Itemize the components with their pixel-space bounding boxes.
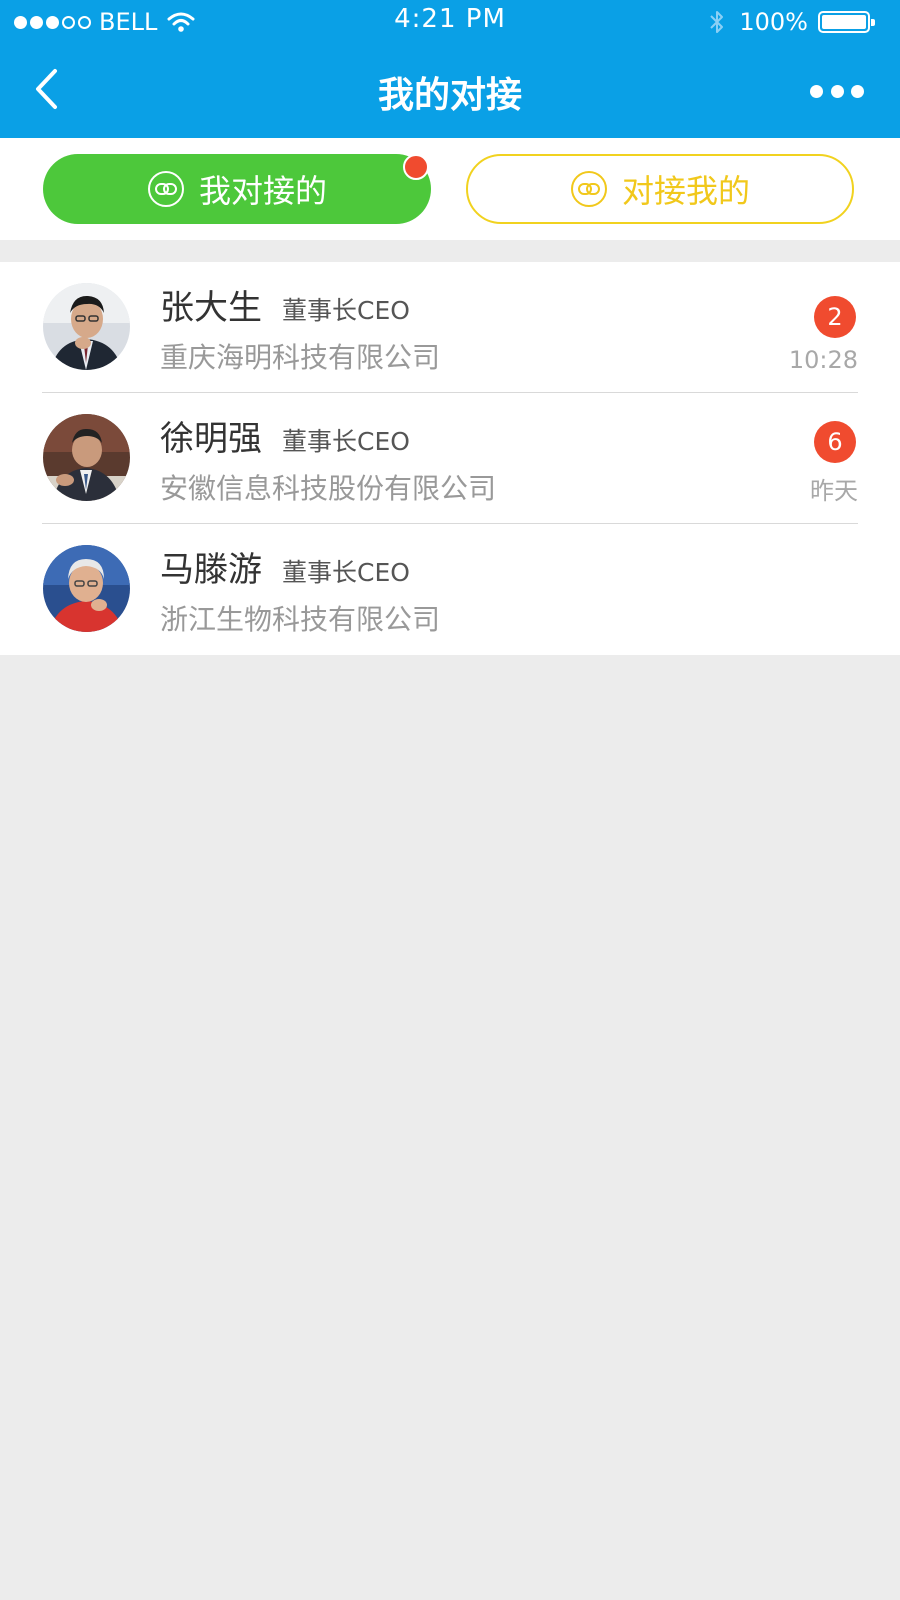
bluetooth-icon xyxy=(710,11,724,33)
tab-label: 我对接的 xyxy=(198,172,327,210)
contact-title: 董事长CEO xyxy=(282,296,410,325)
name-line: 张大生 董事长CEO xyxy=(160,280,410,329)
name-line: 马滕游 董事长CEO xyxy=(160,542,410,591)
more-button[interactable] xyxy=(810,74,864,108)
tab-connected-to-me[interactable]: 对接我的 xyxy=(466,154,854,224)
message-time: 10:28 xyxy=(788,346,858,374)
avatar xyxy=(43,283,130,370)
contact-name: 张大生 xyxy=(160,288,262,328)
segment-tabs: 我对接的 对接我的 xyxy=(0,138,900,240)
tab-label: 对接我的 xyxy=(621,172,750,210)
unread-badge: 6 xyxy=(814,421,856,463)
avatar xyxy=(43,545,130,632)
tab-my-connections[interactable]: 我对接的 xyxy=(43,154,431,224)
link-icon xyxy=(147,171,184,207)
contact-company: 浙江生物科技有限公司 xyxy=(160,603,441,636)
avatar xyxy=(43,414,130,501)
contact-company: 安徽信息科技股份有限公司 xyxy=(160,472,497,505)
battery-percent: 100% xyxy=(739,8,808,36)
contact-title: 董事长CEO xyxy=(282,558,410,587)
status-bar: BELL 4:21 PM 100% xyxy=(0,0,900,44)
name-line: 徐明强 董事长CEO xyxy=(160,411,410,460)
list-item[interactable]: 徐明强 董事长CEO 安徽信息科技股份有限公司 6 昨天 xyxy=(0,393,900,524)
page-title: 我的对接 xyxy=(377,75,522,116)
contact-title: 董事长CEO xyxy=(282,427,410,456)
unread-badge: 2 xyxy=(814,296,856,338)
more-dot xyxy=(851,84,864,98)
notification-dot xyxy=(403,154,429,180)
list-item[interactable]: 马滕游 董事长CEO 浙江生物科技有限公司 xyxy=(0,524,900,655)
message-time: 昨天 xyxy=(810,477,858,505)
contact-list: 张大生 董事长CEO 重庆海明科技有限公司 2 10:28 徐明强 董事长CEO xyxy=(0,262,900,655)
more-dot xyxy=(830,84,844,98)
link-icon xyxy=(570,171,607,207)
more-dot xyxy=(810,84,823,98)
contact-name: 徐明强 xyxy=(160,419,262,459)
contact-company: 重庆海明科技有限公司 xyxy=(160,341,441,374)
nav-bar: 我的对接 xyxy=(0,44,900,138)
status-bar-right: 100% xyxy=(709,6,875,38)
battery-icon xyxy=(818,11,875,33)
list-item[interactable]: 张大生 董事长CEO 重庆海明科技有限公司 2 10:28 xyxy=(0,262,900,393)
app-header: BELL 4:21 PM 100% 我的对接 xyxy=(0,0,900,138)
contact-name: 马滕游 xyxy=(160,550,262,590)
